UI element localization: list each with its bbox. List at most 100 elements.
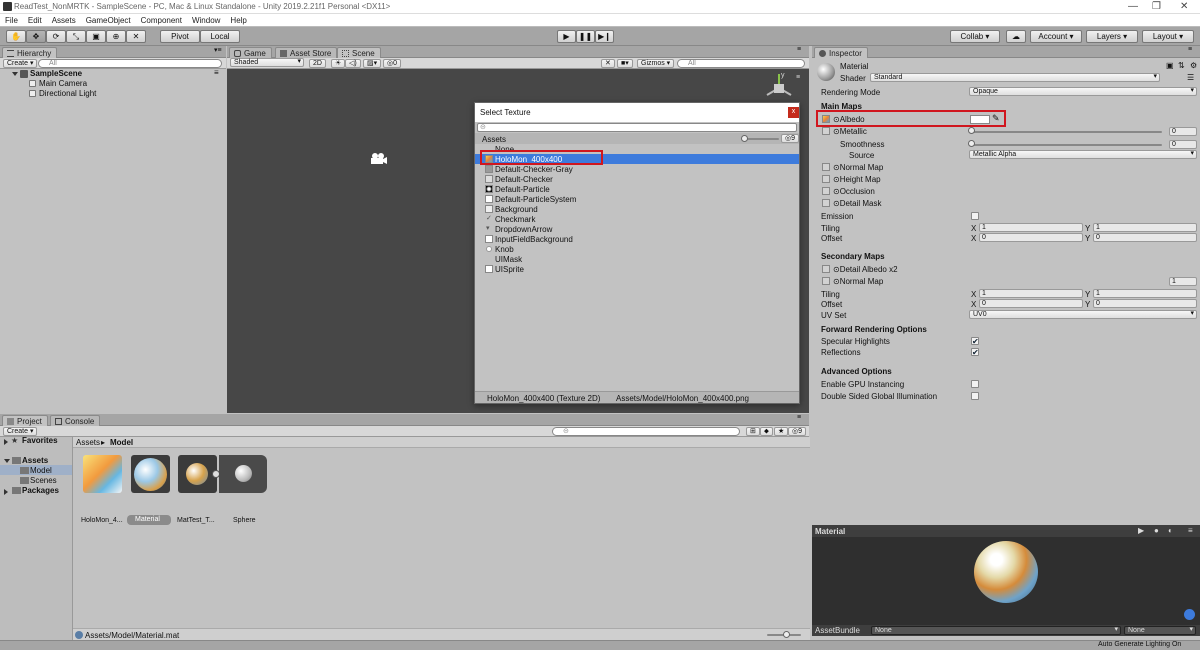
- list-item[interactable]: UISprite: [475, 264, 799, 274]
- occlusion-slot[interactable]: [822, 187, 830, 195]
- menu-window[interactable]: Window: [187, 14, 225, 25]
- specular-highlights-checkbox[interactable]: ✔: [971, 337, 979, 346]
- hierarchy-item-main-camera[interactable]: Main Camera: [39, 79, 87, 88]
- tiling-x-field[interactable]: 1: [979, 223, 1083, 232]
- shader-edit-icon[interactable]: ☰: [1187, 73, 1194, 82]
- tree-assets[interactable]: Assets: [22, 456, 48, 465]
- dialog-zoom-knob[interactable]: [741, 135, 748, 142]
- layout-button[interactable]: Layout ▾: [1142, 30, 1194, 43]
- shader-dropdown[interactable]: Standard: [870, 73, 1160, 82]
- menu-file[interactable]: File: [0, 14, 23, 25]
- secondary-normal-scale-field[interactable]: 1: [1169, 277, 1197, 286]
- mode-2d-button[interactable]: 2D: [309, 59, 326, 68]
- cloud-icon[interactable]: ☁: [1006, 30, 1026, 43]
- preview-light-icon[interactable]: ●: [1154, 526, 1159, 535]
- tab-project[interactable]: Project: [2, 415, 48, 426]
- project-search-input[interactable]: ⊝: [552, 427, 740, 436]
- filter-label-icon[interactable]: ⬥: [760, 427, 773, 436]
- favorite-icon[interactable]: ★: [774, 427, 789, 436]
- audio-icon[interactable]: ◁): [345, 59, 361, 68]
- hidden-objects-icon[interactable]: ◎0: [383, 59, 402, 68]
- tree-favorites[interactable]: Favorites: [22, 436, 58, 445]
- menu-gameobject[interactable]: GameObject: [81, 14, 136, 25]
- sec-offset-x-field[interactable]: 0: [979, 299, 1083, 308]
- list-item[interactable]: Default-Particle: [475, 184, 799, 194]
- assets-fold-icon[interactable]: [4, 459, 10, 463]
- custom-tool-icon[interactable]: ✕: [126, 30, 146, 43]
- dialog-close-button[interactable]: x: [788, 107, 799, 118]
- orientation-gizmo[interactable]: y: [757, 70, 801, 104]
- breadcrumb-root[interactable]: Assets: [76, 438, 100, 447]
- menu-component[interactable]: Component: [136, 14, 187, 25]
- list-item[interactable]: ✓ Checkmark: [475, 214, 799, 224]
- transform-tool-icon[interactable]: ⊕: [106, 30, 126, 43]
- smoothness-slider-knob[interactable]: [968, 140, 975, 147]
- preview-info-icon[interactable]: [1184, 609, 1195, 620]
- hand-tool-icon[interactable]: ✋: [6, 30, 26, 43]
- breadcrumb-leaf[interactable]: Model: [110, 438, 133, 447]
- list-item[interactable]: Knob: [475, 244, 799, 254]
- gpu-instancing-checkbox[interactable]: [971, 380, 979, 388]
- play-button[interactable]: ▶: [557, 30, 576, 43]
- local-button[interactable]: Local: [200, 30, 240, 43]
- sec-offset-y-field[interactable]: 0: [1093, 299, 1197, 308]
- material-thumbnail[interactable]: [131, 455, 170, 493]
- minimize-icon[interactable]: —: [1128, 1, 1138, 12]
- emission-checkbox[interactable]: [971, 212, 979, 220]
- rotate-tool-icon[interactable]: ⟳: [46, 30, 66, 43]
- smoothness-slider[interactable]: [972, 144, 1162, 146]
- collab-button[interactable]: Collab ▾: [950, 30, 1000, 43]
- dialog-hidden-icon[interactable]: ◎9: [781, 134, 800, 143]
- lighting-icon[interactable]: ☀: [331, 59, 346, 68]
- favorites-fold-icon[interactable]: [4, 439, 8, 445]
- dialog-tab-assets[interactable]: Assets: [482, 135, 506, 144]
- normal-map-slot[interactable]: [822, 163, 830, 171]
- scale-tool-icon[interactable]: ⤡: [66, 30, 86, 43]
- list-item[interactable]: ▾ DropdownArrow: [475, 224, 799, 234]
- asset-bundle-variant-dropdown[interactable]: None: [1124, 626, 1196, 635]
- scene-search-input[interactable]: All: [677, 59, 805, 68]
- help-icon[interactable]: ▣: [1166, 61, 1174, 70]
- gizmo-lock-icon[interactable]: ≡: [796, 74, 800, 81]
- settings-gear-icon[interactable]: ⚙: [1190, 61, 1197, 70]
- smoothness-value-field[interactable]: 0: [1169, 140, 1197, 149]
- step-button[interactable]: ▶❙: [595, 30, 614, 43]
- scene-camera-icon[interactable]: [369, 152, 387, 166]
- hierarchy-item-directional-light[interactable]: Directional Light: [39, 89, 96, 98]
- offset-y-field[interactable]: 0: [1093, 233, 1197, 242]
- preview-play-icon[interactable]: ▶: [1138, 526, 1144, 535]
- project-zoom-knob[interactable]: [783, 631, 790, 638]
- packages-fold-icon[interactable]: [4, 489, 8, 495]
- list-item[interactable]: UIMask: [475, 254, 799, 264]
- list-item[interactable]: Default-Checker-Gray: [475, 164, 799, 174]
- tools-icon[interactable]: ✕: [601, 59, 615, 68]
- tree-scenes[interactable]: Scenes: [30, 476, 57, 485]
- restore-icon[interactable]: ❐: [1152, 1, 1161, 12]
- account-button[interactable]: Account ▾: [1030, 30, 1082, 43]
- panel-menu-icon[interactable]: ≡: [797, 46, 801, 53]
- list-item[interactable]: Default-Checker: [475, 174, 799, 184]
- preview-menu-icon[interactable]: ≡: [1188, 526, 1193, 535]
- scene-fold-icon[interactable]: [12, 72, 18, 76]
- asset-bundle-dropdown[interactable]: None: [871, 626, 1121, 635]
- sec-tiling-y-field[interactable]: 1: [1093, 289, 1197, 298]
- dialog-zoom-slider[interactable]: [745, 138, 779, 140]
- panel-menu-icon[interactable]: ▾≡: [214, 46, 222, 54]
- offset-x-field[interactable]: 0: [979, 233, 1083, 242]
- hierarchy-search-input[interactable]: All: [38, 59, 222, 68]
- tab-hierarchy[interactable]: Hierarchy: [2, 47, 58, 58]
- move-tool-icon[interactable]: ✥: [26, 30, 46, 43]
- project-create-button[interactable]: Create ▾: [3, 427, 38, 436]
- camera-icon[interactable]: ■▾: [617, 59, 633, 68]
- height-map-slot[interactable]: [822, 175, 830, 183]
- metallic-texture-slot[interactable]: [822, 127, 830, 135]
- sec-tiling-x-field[interactable]: 1: [979, 289, 1083, 298]
- close-icon[interactable]: ✕: [1180, 1, 1188, 12]
- tab-inspector[interactable]: Inspector: [814, 47, 868, 58]
- scene-menu-icon[interactable]: ≡: [214, 68, 219, 77]
- tab-console[interactable]: Console: [50, 415, 101, 426]
- double-sided-gi-checkbox[interactable]: [971, 392, 979, 400]
- tab-scene[interactable]: Scene: [337, 47, 381, 58]
- tiling-y-field[interactable]: 1: [1093, 223, 1197, 232]
- metallic-slider[interactable]: [972, 131, 1162, 133]
